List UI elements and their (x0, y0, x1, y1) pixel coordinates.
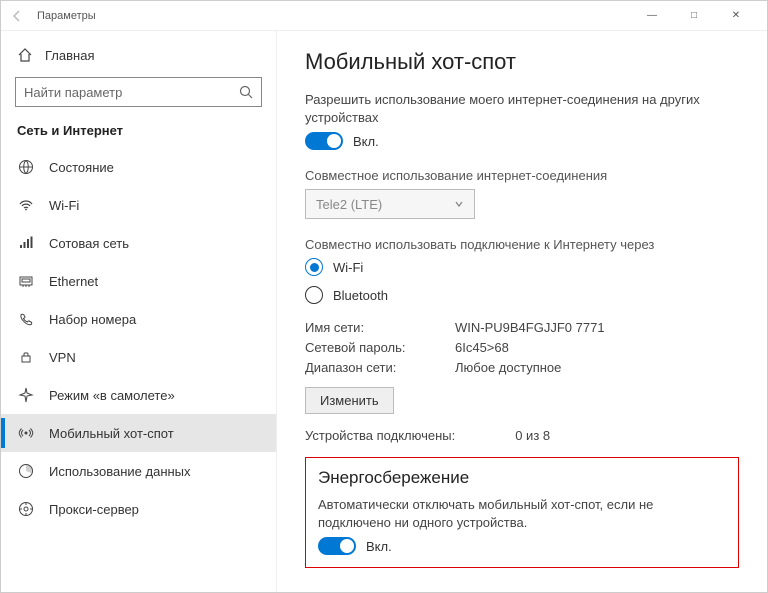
hotspot-icon (17, 424, 35, 442)
titlebar: Параметры — □ ✕ (1, 1, 767, 31)
share-connection-select[interactable]: Tele2 (LTE) (305, 189, 475, 219)
toggle-switch-icon (305, 132, 343, 150)
radio-wifi[interactable]: Wi-Fi (305, 258, 739, 276)
power-saving-section: Энергосбережение Автоматически отключать… (305, 457, 739, 568)
search-icon (239, 85, 253, 99)
radio-bluetooth[interactable]: Bluetooth (305, 286, 739, 304)
net-pass-value: 6Ic45>68 (455, 340, 739, 355)
sidebar-item-label: Мобильный хот-спот (49, 426, 174, 441)
window-title: Параметры (37, 10, 631, 22)
net-band-label: Диапазон сети: (305, 360, 455, 375)
search-placeholder: Найти параметр (24, 85, 239, 100)
power-toggle[interactable]: Вкл. (318, 537, 726, 555)
sidebar-item-label: Ethernet (49, 274, 98, 289)
devices-value: 0 из 8 (515, 428, 550, 443)
home-label: Главная (45, 48, 94, 63)
sidebar-item-airplane[interactable]: Режим «в самолете» (1, 376, 276, 414)
main-content: Мобильный хот-спот Разрешить использован… (277, 31, 767, 592)
share-via-label: Совместно использовать подключение к Инт… (305, 237, 739, 252)
toggle-switch-icon (318, 537, 356, 555)
share-toggle[interactable]: Вкл. (305, 132, 739, 150)
select-value: Tele2 (LTE) (316, 197, 382, 212)
chevron-down-icon (454, 199, 464, 209)
share-connection-label: Совместное использование интернет-соедин… (305, 168, 739, 183)
radio-icon (305, 258, 323, 276)
radio-label: Wi-Fi (333, 260, 363, 275)
data-usage-icon (17, 462, 35, 480)
edit-button[interactable]: Изменить (305, 387, 394, 414)
sidebar-item-label: Сотовая сеть (49, 236, 129, 251)
maximize-button[interactable]: □ (673, 1, 715, 31)
home-icon (17, 47, 33, 63)
settings-window: Параметры — □ ✕ Главная Найти параметр С… (0, 0, 768, 593)
ethernet-icon (17, 272, 35, 290)
home-link[interactable]: Главная (1, 41, 276, 69)
sidebar-item-datausage[interactable]: Использование данных (1, 452, 276, 490)
sidebar-item-dialup[interactable]: Набор номера (1, 300, 276, 338)
sidebar-item-vpn[interactable]: VPN (1, 338, 276, 376)
sidebar-item-label: VPN (49, 350, 76, 365)
power-title: Энергосбережение (318, 468, 726, 488)
radio-icon (305, 286, 323, 304)
dialup-icon (17, 310, 35, 328)
sidebar-item-label: Состояние (49, 160, 114, 175)
network-info: Имя сети: WIN-PU9B4FGJJF0 7771 Сетевой п… (305, 320, 739, 375)
sidebar-item-ethernet[interactable]: Ethernet (1, 262, 276, 300)
proxy-icon (17, 500, 35, 518)
sidebar-item-cellular[interactable]: Сотовая сеть (1, 224, 276, 262)
sidebar-item-hotspot[interactable]: Мобильный хот-спот (1, 414, 276, 452)
power-desc: Автоматически отключать мобильный хот-сп… (318, 496, 718, 531)
net-name-value: WIN-PU9B4FGJJF0 7771 (455, 320, 739, 335)
sidebar-item-label: Набор номера (49, 312, 136, 327)
back-icon[interactable] (11, 10, 27, 22)
toggle-label: Вкл. (366, 539, 392, 554)
net-pass-label: Сетевой пароль: (305, 340, 455, 355)
search-input[interactable]: Найти параметр (15, 77, 262, 107)
sidebar: Главная Найти параметр Сеть и Интернет С… (1, 31, 277, 592)
sidebar-item-status[interactable]: Состояние (1, 148, 276, 186)
minimize-button[interactable]: — (631, 1, 673, 31)
close-button[interactable]: ✕ (715, 1, 757, 31)
section-label: Сеть и Интернет (1, 123, 276, 148)
sidebar-item-label: Прокси-сервер (49, 502, 139, 517)
sidebar-item-label: Режим «в самолете» (49, 388, 175, 403)
wifi-icon (17, 196, 35, 214)
sidebar-item-label: Использование данных (49, 464, 191, 479)
vpn-icon (17, 348, 35, 366)
page-title: Мобильный хот-спот (305, 49, 739, 75)
radio-label: Bluetooth (333, 288, 388, 303)
sidebar-item-label: Wi-Fi (49, 198, 79, 213)
share-description: Разрешить использование моего интернет-с… (305, 91, 705, 126)
globe-icon (17, 158, 35, 176)
sidebar-item-proxy[interactable]: Прокси-сервер (1, 490, 276, 528)
net-name-label: Имя сети: (305, 320, 455, 335)
devices-label: Устройства подключены: (305, 428, 455, 443)
toggle-label: Вкл. (353, 134, 379, 149)
cellular-icon (17, 234, 35, 252)
airplane-icon (17, 386, 35, 404)
net-band-value: Любое доступное (455, 360, 739, 375)
sidebar-item-wifi[interactable]: Wi-Fi (1, 186, 276, 224)
